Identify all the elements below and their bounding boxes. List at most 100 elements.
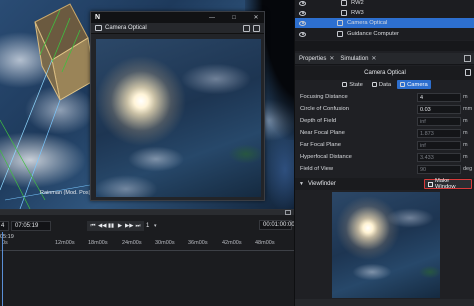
property-row: Focusing Distance 4 m — [295, 92, 474, 103]
tab-data-label: Data — [378, 81, 392, 88]
tab-camera-label: Camera — [407, 81, 428, 88]
window-titlebar[interactable]: N — □ ✕ — [91, 12, 264, 23]
playhead[interactable] — [2, 232, 3, 306]
state-icon — [342, 82, 348, 87]
tab-simulation[interactable]: Simulation — [340, 56, 368, 62]
viewfinder-section-header[interactable]: ▼ Viewfinder Make Window — [295, 178, 474, 190]
camera-icon — [95, 25, 102, 31]
fast-forward-icon[interactable]: ▶▶ — [125, 221, 133, 231]
property-row: Depth of Field inf m — [295, 116, 474, 127]
property-label: Field of View — [300, 166, 334, 172]
make-window-button[interactable]: Make Window — [424, 178, 472, 190]
tab-data[interactable]: Data — [369, 80, 394, 89]
tick-label: 48m00s — [255, 240, 275, 246]
property-unit: m — [463, 94, 468, 100]
tab-state[interactable]: State — [339, 80, 366, 89]
camera-window-header: Camera Optical — [91, 23, 264, 34]
far-focal-plane-value: inf — [417, 141, 461, 150]
satellite-label: Rainman (Mod. Pos) — [40, 190, 91, 196]
tree-item-rw3[interactable]: RW3 — [295, 8, 474, 18]
focusing-distance-input[interactable]: 4 — [417, 93, 461, 102]
save-image-icon[interactable] — [243, 24, 250, 32]
rewind-icon[interactable]: ◀◀ — [98, 221, 106, 231]
property-label: Hyperfocal Distance — [300, 154, 352, 160]
visibility-icon[interactable] — [299, 0, 306, 6]
tab-properties[interactable]: Properties — [299, 56, 326, 62]
maximize-button[interactable]: □ — [230, 14, 238, 22]
property-unit: deg — [463, 166, 473, 172]
viewfinder-preview — [332, 192, 440, 298]
property-label: Near Focal Plane — [300, 130, 345, 136]
tab-camera[interactable]: Camera — [397, 80, 431, 89]
depth-of-field-value: inf — [417, 117, 461, 126]
timeline-controls: 4 07:05:19 ⏮ ◀◀ ▮▮ ▶ ▶▶ ⏭ 1 ▾ — [0, 220, 294, 232]
visibility-icon[interactable] — [299, 10, 306, 16]
tree-item-label: Camera Optical — [347, 20, 388, 26]
duration-field[interactable]: 00:01:00:00 — [259, 220, 295, 230]
close-button[interactable]: ✕ — [252, 14, 260, 22]
tick-label: 30m00s — [155, 240, 175, 246]
close-icon[interactable]: ✕ — [329, 55, 334, 62]
property-label: Focusing Distance — [300, 94, 348, 100]
properties-title: Camera Optical — [364, 70, 406, 76]
property-unit: m — [463, 118, 468, 124]
property-label: Depth of Field — [300, 118, 337, 124]
camera-icon — [400, 82, 406, 87]
camera-optical-window[interactable]: N — □ ✕ Camera Optical — [90, 11, 265, 201]
timeline-panel[interactable]: 4 07:05:19 ⏮ ◀◀ ▮▮ ▶ ▶▶ ⏭ 1 ▾ 00:01:00:0… — [0, 209, 295, 306]
camera-icon — [337, 20, 343, 26]
expand-icon[interactable] — [285, 210, 291, 215]
add-panel-icon[interactable] — [464, 55, 471, 62]
property-label: Circle of Confusion — [300, 106, 349, 112]
skip-start-icon[interactable]: ⏮ — [89, 221, 97, 231]
lock-icon[interactable] — [465, 69, 471, 76]
play-icon[interactable]: ▶ — [116, 221, 124, 231]
visibility-icon[interactable] — [299, 20, 306, 26]
close-icon[interactable]: ✕ — [371, 55, 376, 62]
tree-item-label: RW2 — [351, 0, 364, 6]
skip-end-icon[interactable]: ⏭ — [134, 221, 142, 231]
panel-footer — [295, 299, 474, 306]
right-panel: RW2 RW3 Camera Optical Guidance Computer… — [294, 0, 474, 306]
hyperfocal-distance-value: 3.433 — [417, 153, 461, 162]
satellite-icon — [341, 10, 347, 16]
chevron-down-icon[interactable]: ▾ — [154, 223, 162, 229]
timeline-ruler[interactable]: 05:19 0s 12m00s 18m00s 24m00s 30m00s 36m… — [0, 234, 294, 254]
property-row: Circle of Confusion 0.03 mm — [295, 104, 474, 115]
satellite-icon — [341, 0, 347, 6]
property-sub-tabs: State Data Camera — [295, 79, 474, 90]
tick-label: 42m00s — [222, 240, 242, 246]
property-row: Hyperfocal Distance 3.433 m — [295, 152, 474, 163]
camera-image-view[interactable] — [96, 39, 261, 197]
property-row: Far Focal Plane inf m — [295, 140, 474, 151]
tree-item-rw2[interactable]: RW2 — [295, 0, 474, 8]
tick-label: 18m00s — [88, 240, 108, 246]
ruler-line — [0, 250, 294, 251]
tree-item-camera-optical[interactable]: Camera Optical — [295, 18, 474, 28]
pause-icon[interactable]: ▮▮ — [107, 221, 115, 231]
tab-state-label: State — [349, 81, 363, 88]
dock-icon[interactable] — [253, 24, 260, 32]
tree-item-guidance-computer[interactable]: Guidance Computer — [295, 29, 474, 39]
panel-tabs: Properties ✕ Simulation ✕ — [295, 53, 474, 65]
time-field[interactable]: 07:05:19 — [11, 221, 51, 231]
property-unit: mm — [463, 106, 473, 112]
minimize-button[interactable]: — — [208, 14, 216, 22]
app-logo: N — [95, 14, 101, 21]
circle-of-confusion-input[interactable]: 0.03 — [417, 105, 461, 114]
field-of-view-value: 90 — [417, 165, 461, 174]
make-window-label: Make Window — [434, 178, 456, 190]
chip-icon — [337, 31, 343, 37]
property-label: Far Focal Plane — [300, 142, 341, 148]
tree-item-label: RW3 — [351, 10, 364, 16]
panel-divider — [295, 41, 474, 51]
transport-controls: ⏮ ◀◀ ▮▮ ▶ ▶▶ ⏭ — [87, 221, 144, 231]
camera-window-title: Camera Optical — [105, 25, 147, 31]
date-field[interactable]: 4 — [0, 221, 9, 231]
tree-item-label: Guidance Computer — [347, 31, 399, 37]
tick-label: 24m00s — [122, 240, 142, 246]
chevron-down-icon[interactable]: ▼ — [299, 181, 304, 187]
visibility-icon[interactable] — [299, 31, 306, 37]
speed-select[interactable]: 1 — [146, 223, 154, 229]
tick-label: 12m00s — [55, 240, 75, 246]
